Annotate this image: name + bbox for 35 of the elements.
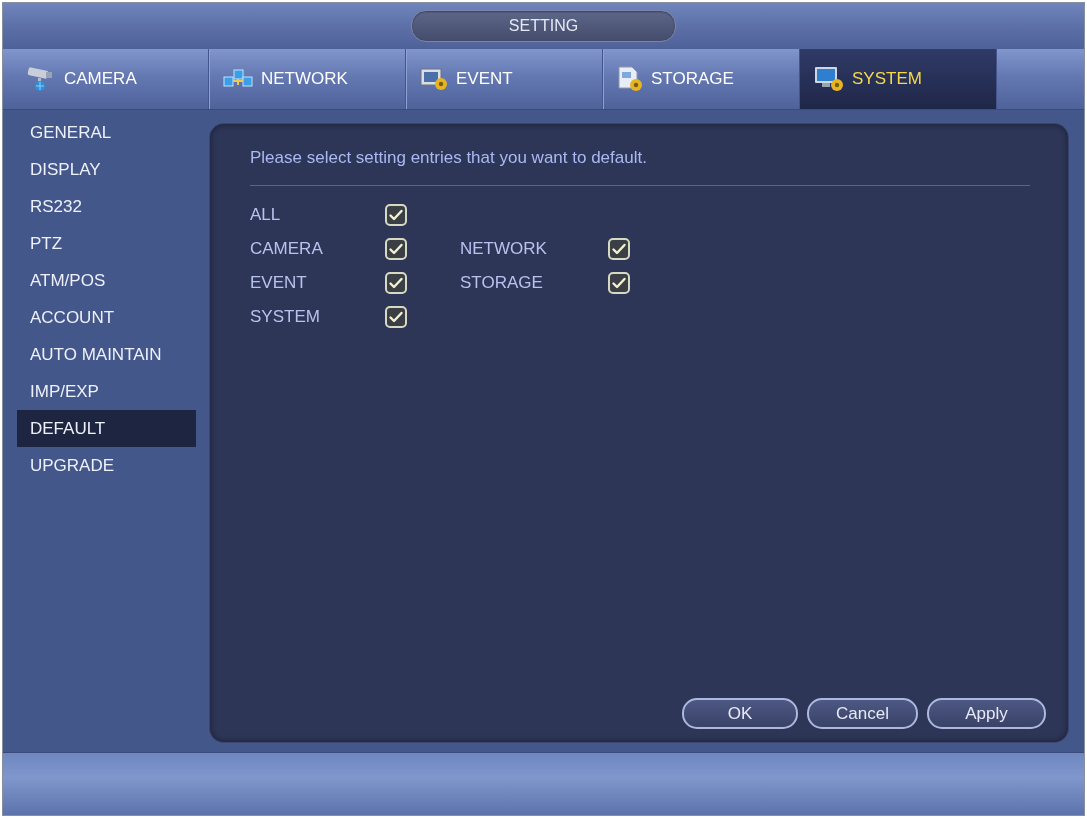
sidebar-item[interactable]: GENERAL [17, 114, 196, 151]
sidebar-item[interactable]: AUTO MAINTAIN [17, 336, 196, 373]
document-gear-icon [617, 66, 643, 92]
checkbox[interactable] [385, 238, 407, 260]
monitor-gear-icon [814, 66, 844, 92]
checkbox-label: STORAGE [460, 273, 543, 293]
cancel-button[interactable]: Cancel [807, 698, 918, 729]
sidebar-item[interactable]: ATM/POS [17, 262, 196, 299]
tab[interactable]: CAMERA [12, 49, 209, 109]
sidebar-item[interactable]: RS232 [17, 188, 196, 225]
sidebar-item[interactable]: IMP/EXP [17, 373, 196, 410]
sidebar-item[interactable]: PTZ [17, 225, 196, 262]
checkbox-label: CAMERA [250, 239, 323, 259]
tab[interactable]: STORAGE [603, 49, 800, 109]
window-title: SETTING [411, 10, 676, 42]
sidebar-item[interactable]: DISPLAY [17, 151, 196, 188]
checkbox-label: EVENT [250, 273, 307, 293]
apply-button[interactable]: Apply [927, 698, 1046, 729]
sidebar-item[interactable]: ACCOUNT [17, 299, 196, 336]
checkbox-label: NETWORK [460, 239, 547, 259]
checkbox[interactable] [385, 272, 407, 294]
sidebar-item[interactable]: UPGRADE [17, 447, 196, 484]
checkbox-label: ALL [250, 205, 281, 225]
sidebar-item[interactable]: DEFAULT [17, 410, 196, 447]
checkbox[interactable] [385, 204, 407, 226]
checkbox[interactable] [385, 306, 407, 328]
ok-button[interactable]: OK [682, 698, 798, 729]
checkbox[interactable] [608, 272, 630, 294]
tab[interactable]: EVENT [406, 49, 603, 109]
instruction-text: Please select setting entries that you want to default. [250, 148, 648, 168]
tab[interactable]: NETWORK [209, 49, 406, 109]
picture-gear-icon [420, 67, 448, 91]
checkbox[interactable] [608, 238, 630, 260]
tab[interactable]: SYSTEM [800, 49, 997, 109]
checkbox-label: SYSTEM [250, 307, 320, 327]
